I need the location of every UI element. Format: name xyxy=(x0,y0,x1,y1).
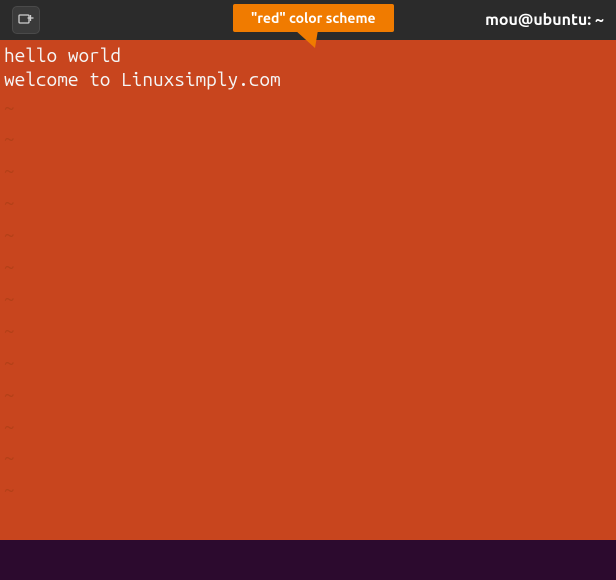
terminal-tilde-line: ~ xyxy=(4,187,612,219)
terminal-tilde-line: ~ xyxy=(4,442,612,474)
terminal-text-line: welcome to Linuxsimply.com xyxy=(4,68,612,92)
terminal-tilde-line: ~ xyxy=(4,347,612,379)
new-tab-button[interactable] xyxy=(12,6,40,34)
terminal-tilde-line: ~ xyxy=(4,219,612,251)
terminal-tilde-line: ~ xyxy=(4,379,612,411)
terminal-tilde-line: ~ xyxy=(4,411,612,443)
statusbar xyxy=(0,540,616,580)
window-title: mou@ubuntu: ~ xyxy=(485,11,604,29)
terminal-tilde-line: ~ xyxy=(4,123,612,155)
titlebar: "red" color scheme mou@ubuntu: ~ xyxy=(0,0,616,40)
terminal-area[interactable]: hello worldwelcome to Linuxsimply.com ~~… xyxy=(0,40,616,540)
terminal-tilde-line: ~ xyxy=(4,251,612,283)
terminal-text-lines: hello worldwelcome to Linuxsimply.com xyxy=(4,44,612,92)
terminal-tilde-line: ~ xyxy=(4,155,612,187)
terminal-tilde-line: ~ xyxy=(4,315,612,347)
color-scheme-callout: "red" color scheme xyxy=(233,4,394,32)
new-tab-icon xyxy=(18,12,34,28)
callout-text: "red" color scheme xyxy=(251,10,376,26)
terminal-tilde-line: ~ xyxy=(4,92,612,124)
terminal-tilde-line: ~ xyxy=(4,283,612,315)
terminal-tilde-line: ~ xyxy=(4,474,612,506)
terminal-empty-lines: ~~~~~~~~~~~~~ xyxy=(4,92,612,507)
